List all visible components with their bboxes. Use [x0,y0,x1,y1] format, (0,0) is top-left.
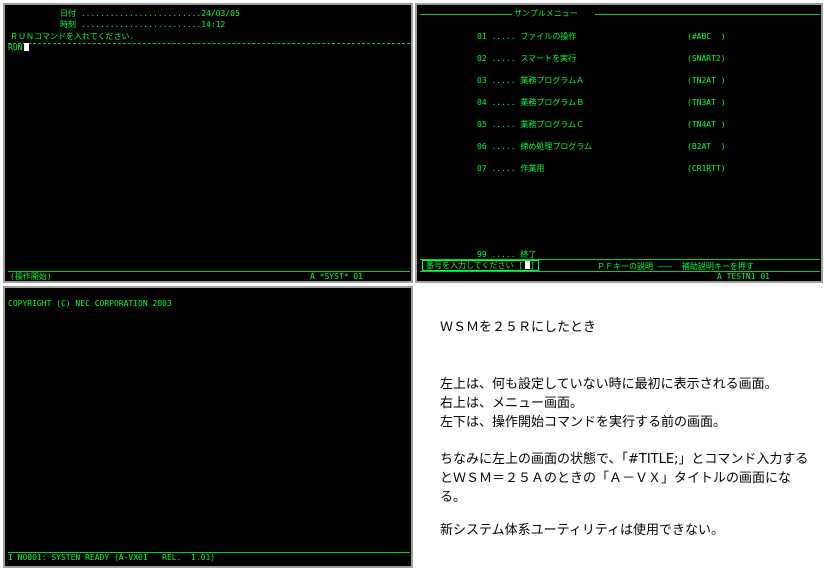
text-cursor [525,261,531,269]
status-right: A TESTN1 01 [717,272,770,281]
title-rule-right [595,14,820,15]
menu-item-number: 02 ..... [477,54,516,63]
time-line: 時刻 .........................14:12 [60,20,226,29]
command-text[interactable]: RUN [8,43,22,52]
system-status: I N0001: SYSTEN READY (A-VX01 REL. 1.01) [8,553,216,562]
title-rule-left [420,14,512,15]
menu-item-number: 04 ..... [477,98,516,107]
notes-paragraph: 左上は、何も設定していない時に最初に表示される画面。 [440,377,778,392]
menu-item[interactable]: 01 ..... ファイルの操作 [477,32,576,42]
menu-item-number: 06 ..... [477,142,516,151]
date-line: 日付 .........................24/03/05 [60,9,240,18]
number-input-row[interactable]: 番号を入力してください [] [422,260,539,271]
menu-item-code: (SNART2) [687,54,726,63]
notes-paragraph: 左下は、操作開始コマンドを実行する前の画面。 [440,415,727,430]
menu-item[interactable]: 03 ..... 業務プログラムＡ [477,76,584,86]
menu-item[interactable]: 06 ..... 締め処理プログラム [477,142,592,152]
menu-item[interactable]: 05 ..... 業務プログラムＣ [477,120,584,130]
number-prompt-box[interactable]: 番号を入力してください [] [422,260,539,271]
text-cursor [24,43,30,51]
menu-item-label: ファイルの操作 [520,32,577,41]
notes-panel: ＷＳＭを２５Ｒにしたとき 左上は、何も設定していない時に最初に表示される画面。 … [440,318,810,540]
divider [8,43,410,44]
menu-item-code: (B2AT ) [687,142,726,151]
notes-paragraph: 新システム体系ユーティリティは使用できない。 [440,523,725,538]
notes-paragraph: 右上は、メニュー画面。 [440,396,584,411]
menu-item-code: (#ABC ) [687,32,726,41]
menu-item-label: 業務プログラムＡ [520,76,585,85]
menu-item-code: (TN3AT ) [687,98,726,107]
menu-item-label: 締め処理プログラム [520,142,593,151]
menu-item-label: スマートを実行 [520,54,577,63]
terminal-top-right[interactable]: サンプルメニュー 01 ..... ファイルの操作 (#ABC ) 02 ...… [415,3,823,283]
terminal-top-left[interactable]: 日付 .........................24/03/05 時刻 … [3,3,413,283]
notes-paragraph: ちなみに左上の画面の状態で、「#TITLE;」とコマンド入力するとＷＳＭ＝２５Ａ… [440,452,809,505]
menu-item-label: 業務プログラムＣ [520,120,585,129]
status-right: A *SYST* 01 [310,272,363,281]
command-line[interactable]: RUN [8,43,30,53]
menu-title: サンプルメニュー [514,9,578,18]
menu-item-label: 業務プログラムＢ [520,98,585,107]
menu-item[interactable]: 02 ..... スマートを実行 [477,54,576,64]
menu-item-number: 07 ..... [477,164,516,173]
menu-item[interactable]: 07 ..... 作業用 [477,164,544,174]
menu-item-code: (TN2AT ) [687,76,726,85]
menu-item-code: (CR1RTT) [687,164,726,173]
terminal-bottom-left[interactable]: COPYRIGHT (C) NEC CORPORATION 2003 I N00… [3,286,413,568]
status-left: (操作開始) [10,272,52,281]
menu-item-number: 05 ..... [477,120,516,129]
menu-item-label: 作業用 [520,164,545,173]
menu-item-number: 01 ..... [477,32,516,41]
copyright-text: COPYRIGHT (C) NEC CORPORATION 2003 [8,299,172,308]
notes-heading: ＷＳＭを２５Ｒにしたとき [440,320,597,335]
number-prompt: 番号を入力してください [426,261,514,270]
menu-item-number: 03 ..... [477,76,516,85]
run-prompt: ＲＵＮコマンドを入れてください. [10,32,135,41]
menu-item-code: (TN4AT ) [687,120,726,129]
menu-item[interactable]: 04 ..... 業務プログラムＢ [477,98,584,108]
